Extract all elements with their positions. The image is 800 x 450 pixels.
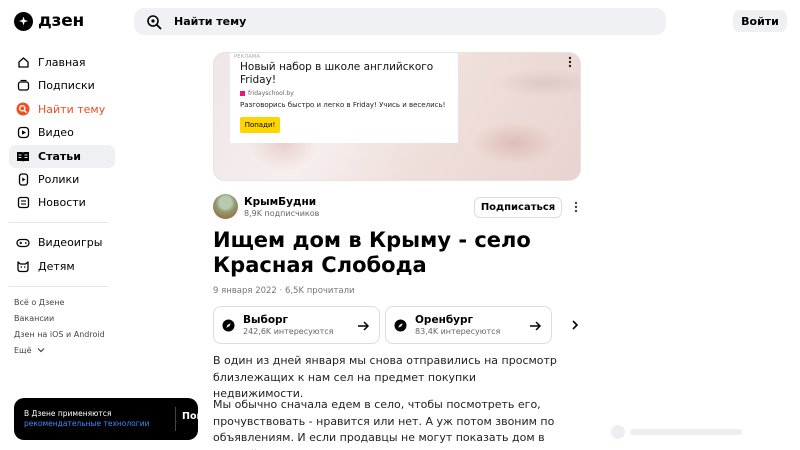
- sidebar-item-videogames[interactable]: Видеоигры: [9, 231, 115, 254]
- loading-placeholder-bar: [630, 429, 742, 435]
- article-paragraph: Мы обычно сначала едем в село, чтобы пос…: [213, 398, 555, 450]
- tag-name: Оренбург: [415, 314, 473, 326]
- footer-link-apps[interactable]: Дзен на iOS и Android: [9, 327, 115, 343]
- sidebar-item-label: Главная: [38, 56, 86, 69]
- tag-followers: 83,4K интересуются: [415, 327, 501, 336]
- sidebar-item-clips[interactable]: Ролики: [9, 168, 115, 191]
- channel-name[interactable]: КрымБудни: [244, 196, 319, 208]
- home-icon: [16, 56, 30, 70]
- sidebar-item-label: Новости: [38, 196, 86, 210]
- cookie-text: В Дзене применяются рекомендательные тех…: [24, 409, 162, 429]
- more-vertical-icon: [574, 201, 578, 213]
- avatar[interactable]: [213, 194, 238, 219]
- chevron-right-icon[interactable]: [568, 318, 582, 332]
- tag-name: Выборг: [243, 314, 289, 326]
- sidebar-item-kids[interactable]: Детям: [9, 255, 115, 278]
- compass-icon: [394, 319, 407, 331]
- sidebar-item-label: Подписки: [38, 79, 95, 93]
- footer-link-vacancies[interactable]: Вакансии: [9, 311, 115, 327]
- ad-site-text: fridayschool.by: [248, 90, 294, 97]
- more-vertical-icon: [568, 56, 572, 68]
- video-icon: [16, 126, 30, 140]
- arrow-right-icon: [358, 321, 370, 331]
- channel-info[interactable]: КрымБудни 8,9K подписчиков: [213, 194, 319, 219]
- search-bar[interactable]: Найти тему: [134, 8, 666, 35]
- dzen-logo[interactable]: дзен: [14, 11, 84, 31]
- ad-title: Новый набор в школе английского Friday!: [240, 61, 434, 86]
- sidebar-item-label: Найти тему: [38, 102, 106, 116]
- ad-cta-button[interactable]: Попади!: [240, 117, 280, 133]
- gamepad-icon: [16, 236, 30, 250]
- kids-icon: [16, 259, 30, 273]
- footer-link-more[interactable]: Ещё: [9, 343, 115, 359]
- articles-icon: [16, 149, 30, 163]
- article-paragraph: В один из дней января мы снова отправили…: [213, 354, 557, 400]
- ad-label: РЕКЛАМА: [234, 54, 261, 60]
- footer-link-about[interactable]: Всё о Дзене: [9, 295, 115, 311]
- clips-icon: [16, 172, 30, 186]
- tag-card[interactable]: Выборг 242,6K интересуются: [213, 306, 380, 344]
- tag-card[interactable]: Оренбург 83,4K интересуются: [385, 306, 552, 344]
- sidebar-item-label: Видеоигры: [38, 236, 103, 250]
- ad-banner[interactable]: РЕКЛАМА Новый набор в школе английского …: [213, 52, 581, 181]
- search-topic-icon: [16, 102, 30, 116]
- login-button[interactable]: Войти: [733, 10, 787, 32]
- sidebar-item-articles[interactable]: Статьи: [9, 144, 115, 168]
- ad-site: fridayschool.by: [240, 90, 448, 97]
- search-placeholder: Найти тему: [174, 15, 247, 28]
- sidebar-item-label: Статьи: [38, 149, 81, 163]
- search-icon: [147, 14, 162, 29]
- cookie-banner: В Дзене применяются рекомендательные тех…: [14, 398, 228, 440]
- subscriptions-icon: [16, 79, 30, 93]
- ad-description: Разговорись быстро и легко в Friday! Учи…: [240, 101, 446, 109]
- news-icon: [16, 196, 30, 210]
- ad-menu-button[interactable]: [564, 55, 576, 69]
- site-favicon-icon: [240, 91, 245, 96]
- sidebar-divider: [9, 285, 109, 287]
- sidebar-item-news[interactable]: Новости: [9, 191, 115, 214]
- logo-text: дзен: [38, 11, 85, 31]
- arrow-right-icon: [530, 321, 542, 331]
- sidebar: Главная Подписки Найти тему Видео Статьи…: [9, 51, 115, 359]
- compass-icon: [222, 319, 235, 331]
- cookie-link[interactable]: рекомендательные технологии: [24, 419, 149, 428]
- sidebar-item-label: Детям: [38, 259, 75, 273]
- channel-menu-button[interactable]: [571, 199, 581, 215]
- cookie-divider: [175, 407, 176, 431]
- footer-link-more-label: Ещё: [14, 345, 32, 355]
- tag-followers: 242,6K интересуются: [243, 327, 334, 336]
- subscribe-button[interactable]: Подписаться: [474, 197, 562, 218]
- sidebar-item-find-topic[interactable]: Найти тему: [9, 98, 115, 121]
- dzen-logo-icon: [14, 11, 33, 31]
- cookie-message: В Дзене применяются: [24, 409, 112, 418]
- cookie-accept-button[interactable]: Понятно: [182, 411, 228, 422]
- sidebar-divider: [9, 222, 109, 224]
- sidebar-item-home[interactable]: Главная: [9, 51, 115, 74]
- sidebar-item-label: Ролики: [38, 172, 80, 186]
- sidebar-item-subscriptions[interactable]: Подписки: [9, 74, 115, 97]
- sidebar-item-video[interactable]: Видео: [9, 121, 115, 144]
- sidebar-item-label: Видео: [38, 126, 74, 140]
- topic-tags: Выборг 242,6K интересуются Оренбург 83,4…: [213, 306, 552, 344]
- chevron-down-icon: [37, 348, 45, 353]
- article-title: Ищем дом в Крыму - село Красная Слобода: [213, 228, 531, 277]
- article-meta: 9 января 2022 · 6,5K прочитали: [213, 286, 355, 296]
- channel-subscribers: 8,9K подписчиков: [244, 208, 320, 218]
- loading-placeholder-dot: [611, 425, 625, 439]
